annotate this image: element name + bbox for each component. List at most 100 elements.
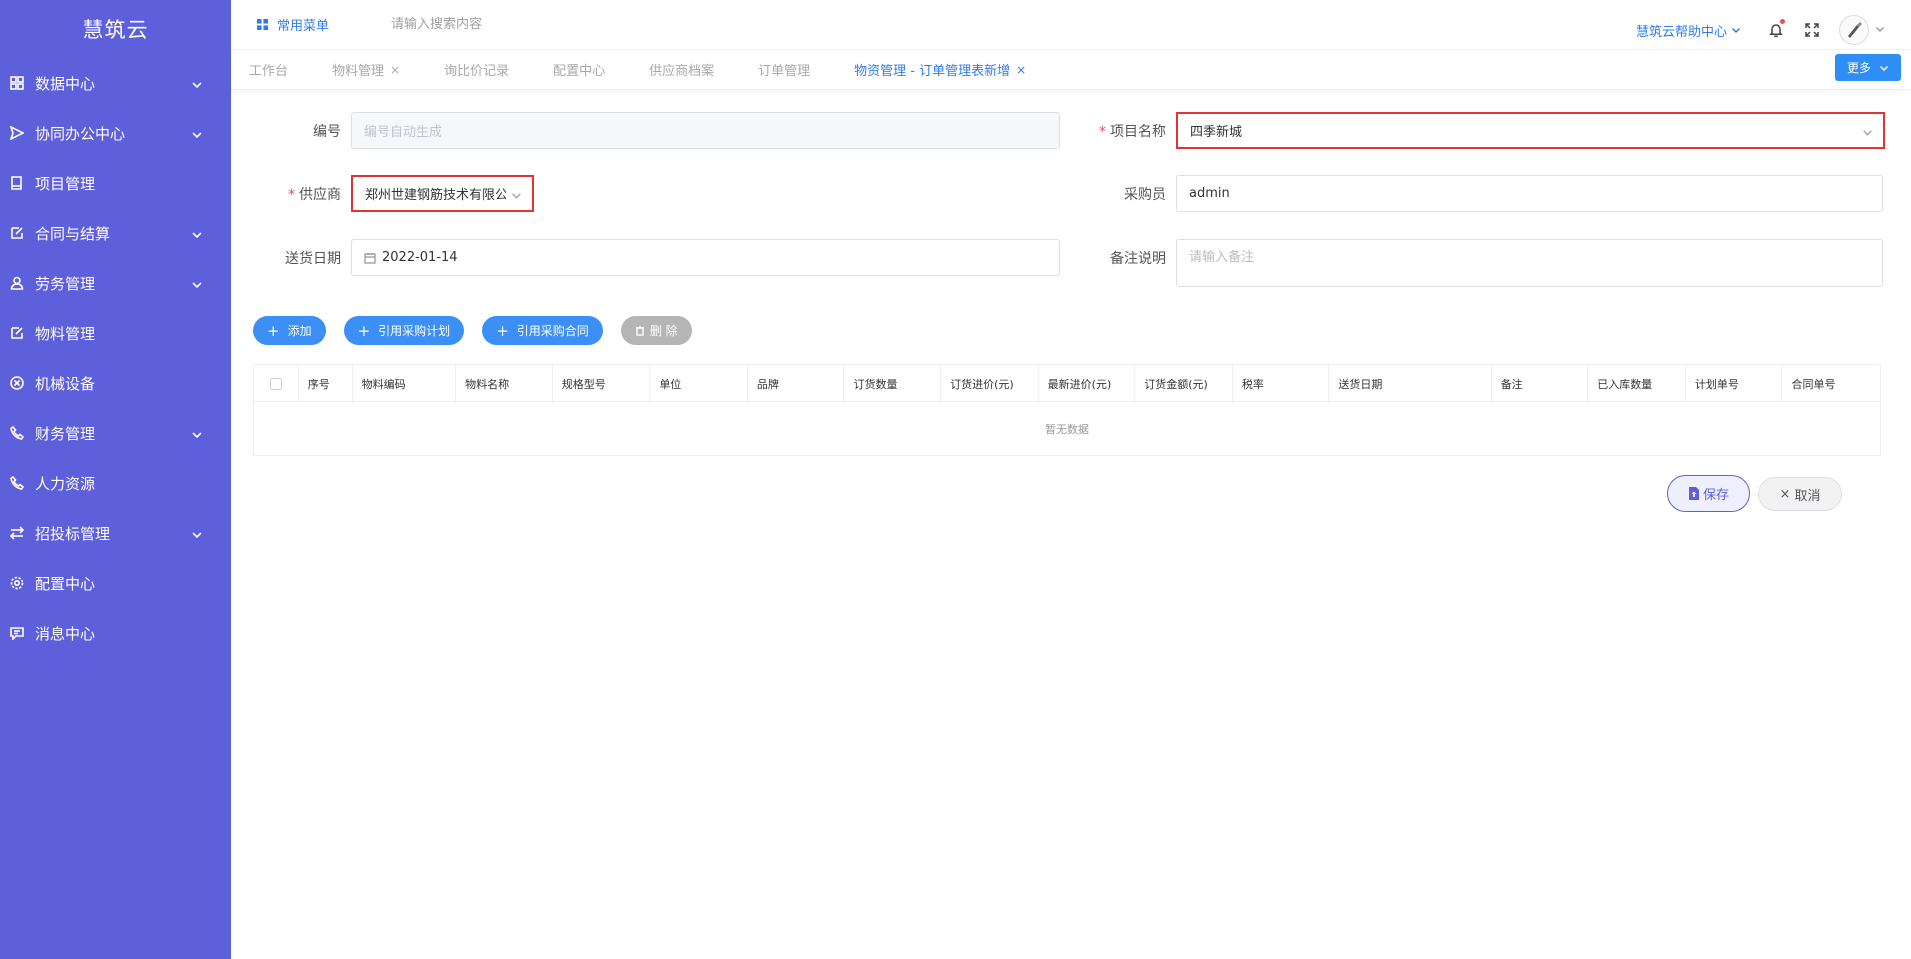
favorite-menu-button[interactable]: 常用菜单 xyxy=(257,15,329,34)
fullscreen-icon[interactable] xyxy=(1803,21,1821,39)
close-icon: × xyxy=(1779,486,1791,502)
project-row: * 项目名称 四季新城 xyxy=(1046,112,1885,149)
delivery-date-value: 2022-01-14 xyxy=(382,250,458,265)
supplier-select[interactable]: 郑州世建钢筋技术有限公 xyxy=(351,175,534,212)
column-header: 计划单号 xyxy=(1686,365,1783,402)
project-select[interactable]: 四季新城 xyxy=(1176,112,1885,149)
pen-icon xyxy=(1848,22,1862,38)
search-input[interactable] xyxy=(391,17,692,32)
table-actions: + 添加 + 引用采购计划 + 引用采购合同 删 除 xyxy=(253,316,710,345)
cancel-button[interactable]: × 取消 xyxy=(1758,477,1842,511)
close-icon[interactable]: × xyxy=(1016,63,1026,77)
ref-plan-button[interactable]: + 引用采购计划 xyxy=(343,316,465,345)
ref-contract-button[interactable]: + 引用采购合同 xyxy=(482,316,603,345)
chevron-down-icon xyxy=(511,190,522,205)
chevron-down-icon xyxy=(1862,127,1873,142)
column-header: 物料名称 xyxy=(456,365,553,402)
tab-3[interactable]: 配置中心 xyxy=(531,50,627,90)
buyer-value: admin xyxy=(1189,186,1230,201)
sidebar-item-label: 劳务管理 xyxy=(35,274,96,293)
edit-icon xyxy=(10,226,24,240)
sidebar-item-0[interactable]: 数据中心 xyxy=(0,58,231,108)
remark-placeholder: 请输入备注 xyxy=(1189,250,1255,265)
column-header: 税率 xyxy=(1233,365,1330,402)
sidebar-item-label: 物料管理 xyxy=(35,324,96,343)
bell-icon[interactable] xyxy=(1767,19,1785,39)
tab-1[interactable]: 物料管理 × xyxy=(310,50,422,90)
select-all-checkbox[interactable] xyxy=(269,377,282,390)
sidebar: 慧筑云 数据中心协同办公中心项目管理 合同与结算劳务管理物料管理机械设备 财务管理人… xyxy=(0,0,231,959)
add-button[interactable]: + 添加 xyxy=(253,316,326,345)
calendar-icon xyxy=(364,252,376,264)
grid-icon xyxy=(10,76,24,90)
column-header: 序号 xyxy=(299,365,353,402)
book-icon xyxy=(10,176,24,190)
sidebar-item-7[interactable]: 财务管理 xyxy=(0,408,231,458)
sidebar-item-8[interactable]: 人力资源 xyxy=(0,458,231,508)
column-header: 规格型号 xyxy=(553,365,651,402)
supplier-value: 郑州世建钢筋技术有限公 xyxy=(365,188,506,203)
avatar-chevron-icon[interactable] xyxy=(1875,22,1885,38)
buyer-input[interactable]: admin xyxy=(1176,175,1883,212)
sidebar-item-1[interactable]: 协同办公中心 xyxy=(0,108,231,158)
delivery-date-picker[interactable]: 2022-01-14 xyxy=(351,239,1060,276)
plus-icon: + xyxy=(357,321,371,340)
sidebar-item-6[interactable]: 机械设备 xyxy=(0,358,231,408)
remark-textarea[interactable]: 请输入备注 xyxy=(1176,239,1883,287)
chevron-down-icon xyxy=(191,227,203,245)
tab-label: 配置中心 xyxy=(553,64,606,79)
save-button[interactable]: 保存 xyxy=(1667,475,1750,512)
tab-label: 询比价记录 xyxy=(444,64,510,79)
more-tabs-button[interactable]: 更多 xyxy=(1834,54,1901,81)
help-center-link[interactable]: 慧筑云帮助中心 xyxy=(1636,21,1741,40)
project-value: 四季新城 xyxy=(1190,125,1243,140)
table-header: 序号 物料编码 物料名称 规格型号 单位 品牌 订货数量 订货进价(元) 最新进价(元) 订货金额… xyxy=(254,365,1880,402)
sidebar-item-2[interactable]: 项目管理 xyxy=(0,158,231,208)
select-all-cell xyxy=(254,365,299,402)
sidebar-item-9[interactable]: 招投标管理 xyxy=(0,508,231,558)
table-empty-text: 暂无数据 xyxy=(1045,422,1089,436)
column-header: 送货日期 xyxy=(1329,365,1492,402)
top-header: 常用菜单 慧筑云帮助中心 xyxy=(231,0,1911,50)
buyer-label: 采购员 xyxy=(1124,186,1166,203)
tab-5[interactable]: 订单管理 xyxy=(736,50,832,90)
more-tabs-label: 更多 xyxy=(1846,61,1871,75)
number-placeholder: 编号自动生成 xyxy=(364,125,443,140)
edit-icon xyxy=(10,326,24,340)
plus-icon: + xyxy=(496,321,509,340)
tab-4[interactable]: 供应商档案 xyxy=(627,50,736,90)
help-center-label: 慧筑云帮助中心 xyxy=(1635,24,1727,40)
buyer-row: 采购员 admin xyxy=(1046,175,1883,212)
column-header: 订货数量 xyxy=(844,365,942,402)
phone-icon xyxy=(10,476,24,490)
user-icon xyxy=(10,276,24,290)
tab-label: 物料管理 xyxy=(332,64,385,79)
sidebar-item-label: 协同办公中心 xyxy=(35,124,126,143)
chevron-down-icon xyxy=(191,127,203,145)
avatar[interactable] xyxy=(1839,15,1869,45)
delete-button[interactable]: 删 除 xyxy=(620,316,692,345)
tab-0[interactable]: 工作台 xyxy=(231,50,310,90)
tab-label: 物资管理 - 订单管理表新增 xyxy=(854,64,1011,79)
column-header: 已入库数量 xyxy=(1588,365,1686,402)
column-header: 最新进价(元) xyxy=(1039,365,1136,402)
notification-dot xyxy=(1780,19,1785,24)
chevron-down-icon xyxy=(191,77,203,95)
sidebar-item-label: 配置中心 xyxy=(35,574,96,593)
sidebar-item-10[interactable]: 配置中心 xyxy=(0,558,231,608)
sidebar-item-label: 招投标管理 xyxy=(35,524,111,543)
sidebar-item-4[interactable]: 劳务管理 xyxy=(0,258,231,308)
supplier-row: * 供应商 郑州世建钢筋技术有限公 xyxy=(231,175,534,212)
remark-row: 备注说明 请输入备注 xyxy=(1046,239,1883,287)
swap-icon xyxy=(10,526,24,540)
trash-icon xyxy=(635,325,644,336)
tab-list: 工作台 物料管理 × 询比价记录 配置中心 供应商档案 订单管理 物资管理 - 订单管理表新增… xyxy=(231,50,1048,90)
tab-label: 供应商档案 xyxy=(649,64,715,79)
sidebar-item-3[interactable]: 合同与结算 xyxy=(0,208,231,258)
sidebar-item-11[interactable]: 消息中心 xyxy=(0,608,231,658)
tab-2[interactable]: 询比价记录 xyxy=(422,50,531,90)
app-logo[interactable]: 慧筑云 xyxy=(0,0,231,58)
sidebar-item-5[interactable]: 物料管理 xyxy=(0,308,231,358)
tab-6[interactable]: 物资管理 - 订单管理表新增 × xyxy=(832,50,1048,90)
close-icon[interactable]: × xyxy=(390,63,400,77)
